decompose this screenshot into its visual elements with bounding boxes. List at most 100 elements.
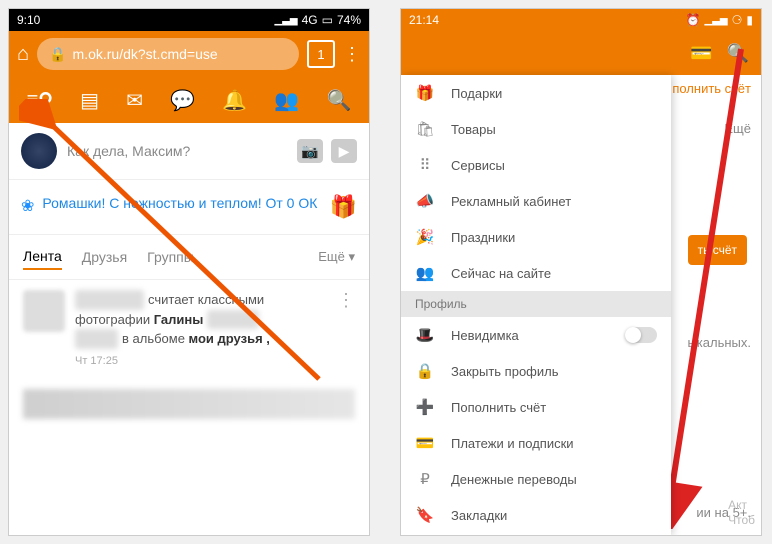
friends-icon[interactable]: 👥 (274, 88, 299, 113)
menu-item-label: Пополнить счёт (451, 400, 657, 415)
peek-button: ть счёт (688, 235, 747, 265)
battery-icon: ▮ (746, 13, 753, 27)
menu-item[interactable]: 💳Платежи и подписки (401, 425, 671, 461)
peek-text: полнить счёт (672, 81, 751, 96)
menu-item-icon: ➕ (415, 398, 435, 416)
status-indicators: ⏰ ▁▃▅ ⚆ ▮ (686, 13, 753, 27)
ok-nav-bar: ≡ ⚲ ▤ ✉ 💬 🔔 👥 🔍 (9, 77, 369, 123)
menu-item[interactable]: ₽ Денежные переводы (401, 461, 671, 497)
menu-item[interactable]: ⠿ Сервисы (401, 147, 671, 183)
feed-text: XXXXXXXX считает классными фотографии Га… (75, 290, 327, 369)
menu-item-icon: 🎩 (415, 326, 435, 344)
wallet-icon[interactable]: 💳 (690, 43, 712, 64)
browser-bar: ⌂ 🔒 m.ok.ru/dk?st.cmd=use 1 ⋮ (9, 31, 369, 77)
watermark-text: АктЧтоб (728, 498, 755, 529)
menu-item[interactable]: 🔒 Закрыть профиль (401, 353, 671, 389)
promo-text: Ромашки! С нежностью и теплом! От 0 ОК (42, 194, 321, 214)
menu-item-label: Закрыть профиль (451, 364, 657, 379)
gift-icon[interactable]: 🎁 (330, 194, 357, 220)
section-profile: Профиль (401, 291, 671, 317)
feed-tabs: Лента Друзья Группы Ещё ▾ (9, 234, 369, 280)
composer-placeholder: Как дела, Максим? (67, 143, 287, 159)
menu-item[interactable]: 📣 Рекламный кабинет (401, 183, 671, 219)
feed-item[interactable]: XXXXXXXX считает классными фотографии Га… (9, 280, 369, 379)
feed-timestamp: Чт 17:25 (75, 353, 327, 370)
menu-item-label: Закладки (451, 508, 657, 523)
network-badge: 4G (302, 13, 318, 27)
menu-item-icon: 🔒 (415, 362, 435, 380)
home-icon[interactable]: ⌂ (17, 43, 29, 66)
tab-more[interactable]: Ещё ▾ (318, 249, 355, 265)
menu-item-label: Платежи и подписки (451, 436, 657, 451)
menu-item[interactable]: 🔖 Закладки (401, 497, 671, 533)
menu-item[interactable]: 🎁 Подарки (401, 75, 671, 111)
menu-item-label: Денежные переводы (451, 472, 657, 487)
menu-item-icon: ⠿ (415, 156, 435, 174)
menu-dots-icon[interactable]: ⋮ (343, 44, 361, 65)
status-bar-right: 21:14 ⏰ ▁▃▅ ⚆ ▮ (401, 9, 761, 31)
lock-icon: 🔒 (49, 46, 66, 63)
menu-item-icon: 🎁 (415, 84, 435, 102)
ok-top-bar: 💳 🔍 (401, 31, 761, 75)
tab-feed[interactable]: Лента (23, 248, 62, 270)
battery-icon: ▭ (322, 13, 333, 27)
clock: 21:14 (409, 13, 439, 27)
battery-pct: 74% (337, 13, 361, 27)
tab-friends[interactable]: Друзья (82, 249, 127, 265)
post-composer[interactable]: Как дела, Максим? 📷 ▶ (9, 123, 369, 180)
clock: 9:10 (17, 13, 40, 27)
search-icon[interactable]: 🔍 (727, 43, 749, 64)
menu-item-label: Невидимка (451, 328, 609, 343)
menu-item-icon: 🎉 (415, 228, 435, 246)
feed-more-icon[interactable]: ⋮ (337, 290, 355, 311)
menu-item-label: Подарки (451, 86, 657, 101)
tab-groups[interactable]: Группы (147, 249, 194, 265)
menu-item[interactable]: 🎉 Праздники (401, 219, 671, 255)
menu-item-icon: 🔖 (415, 506, 435, 524)
menu-icon[interactable]: ≡ ⚲ (27, 88, 53, 113)
feed-icon[interactable]: ▤ (80, 88, 99, 113)
signal-icon: ▁▃▅ (275, 15, 298, 26)
status-indicators: ▁▃▅ 4G ▭ 74% (275, 13, 361, 27)
menu-item[interactable]: ⚙Настройки (401, 533, 671, 535)
menu-item-icon: 👥 (415, 264, 435, 282)
menu-item-label: Рекламный кабинет (451, 194, 657, 209)
menu-item-label: Сейчас на сайте (451, 266, 657, 281)
messages-icon[interactable]: ✉ (126, 88, 143, 113)
alarm-icon: ⏰ (686, 13, 701, 27)
search-icon[interactable]: 🔍 (326, 88, 351, 113)
menu-item-label: Товары (451, 122, 657, 137)
signal-icon: ▁▃▅ (705, 15, 728, 26)
url-text: m.ok.ru/dk?st.cmd=use (73, 46, 218, 62)
peek-more: Ещё (724, 121, 751, 136)
feed-image-blur (23, 389, 355, 419)
feed-avatar[interactable] (23, 290, 65, 332)
menu-item-icon: ₽ (415, 470, 435, 488)
menu-item-label: Сервисы (451, 158, 657, 173)
url-field[interactable]: 🔒 m.ok.ru/dk?st.cmd=use (37, 38, 299, 70)
camera-icon[interactable]: 📷 (297, 139, 323, 163)
side-menu: 🎁 Подарки 🛍 Товары ⠿ Сервисы 📣 Рекламный кабине… (401, 75, 671, 535)
phone-left: 9:10 ▁▃▅ 4G ▭ 74% ⌂ 🔒 m.ok.ru/dk?st.cmd=… (8, 8, 370, 536)
menu-item[interactable]: 🎩 Невидимка (401, 317, 671, 353)
peek-text: ыкальных. (687, 335, 751, 350)
toggle-switch[interactable] (625, 327, 657, 343)
avatar[interactable] (21, 133, 57, 169)
menu-item-icon: 🛍 (415, 120, 435, 138)
notifications-icon[interactable]: 🔔 (222, 88, 247, 113)
status-bar-left: 9:10 ▁▃▅ 4G ▭ 74% (9, 9, 369, 31)
phone-right: 21:14 ⏰ ▁▃▅ ⚆ ▮ 💳 🔍 полнить счёт Ещё ть … (400, 8, 762, 536)
wifi-icon: ⚆ (732, 13, 743, 27)
flower-icon: ❀ (21, 196, 34, 216)
main-content: Как дела, Максим? 📷 ▶ ❀ Ромашки! С нежно… (9, 123, 369, 419)
background-content: полнить счёт Ещё ть счёт ыкальных. ии на… (671, 75, 761, 535)
menu-item[interactable]: 🛍 Товары (401, 111, 671, 147)
menu-item[interactable]: ➕ Пополнить счёт (401, 389, 671, 425)
menu-item-icon: 📣 (415, 192, 435, 210)
discussions-icon[interactable]: 💬 (170, 88, 195, 113)
menu-item-label: Праздники (451, 230, 657, 245)
menu-item[interactable]: 👥 Сейчас на сайте (401, 255, 671, 291)
tabs-button[interactable]: 1 (307, 40, 335, 68)
promo-banner[interactable]: ❀ Ромашки! С нежностью и теплом! От 0 ОК… (9, 180, 369, 234)
video-icon[interactable]: ▶ (331, 139, 357, 163)
